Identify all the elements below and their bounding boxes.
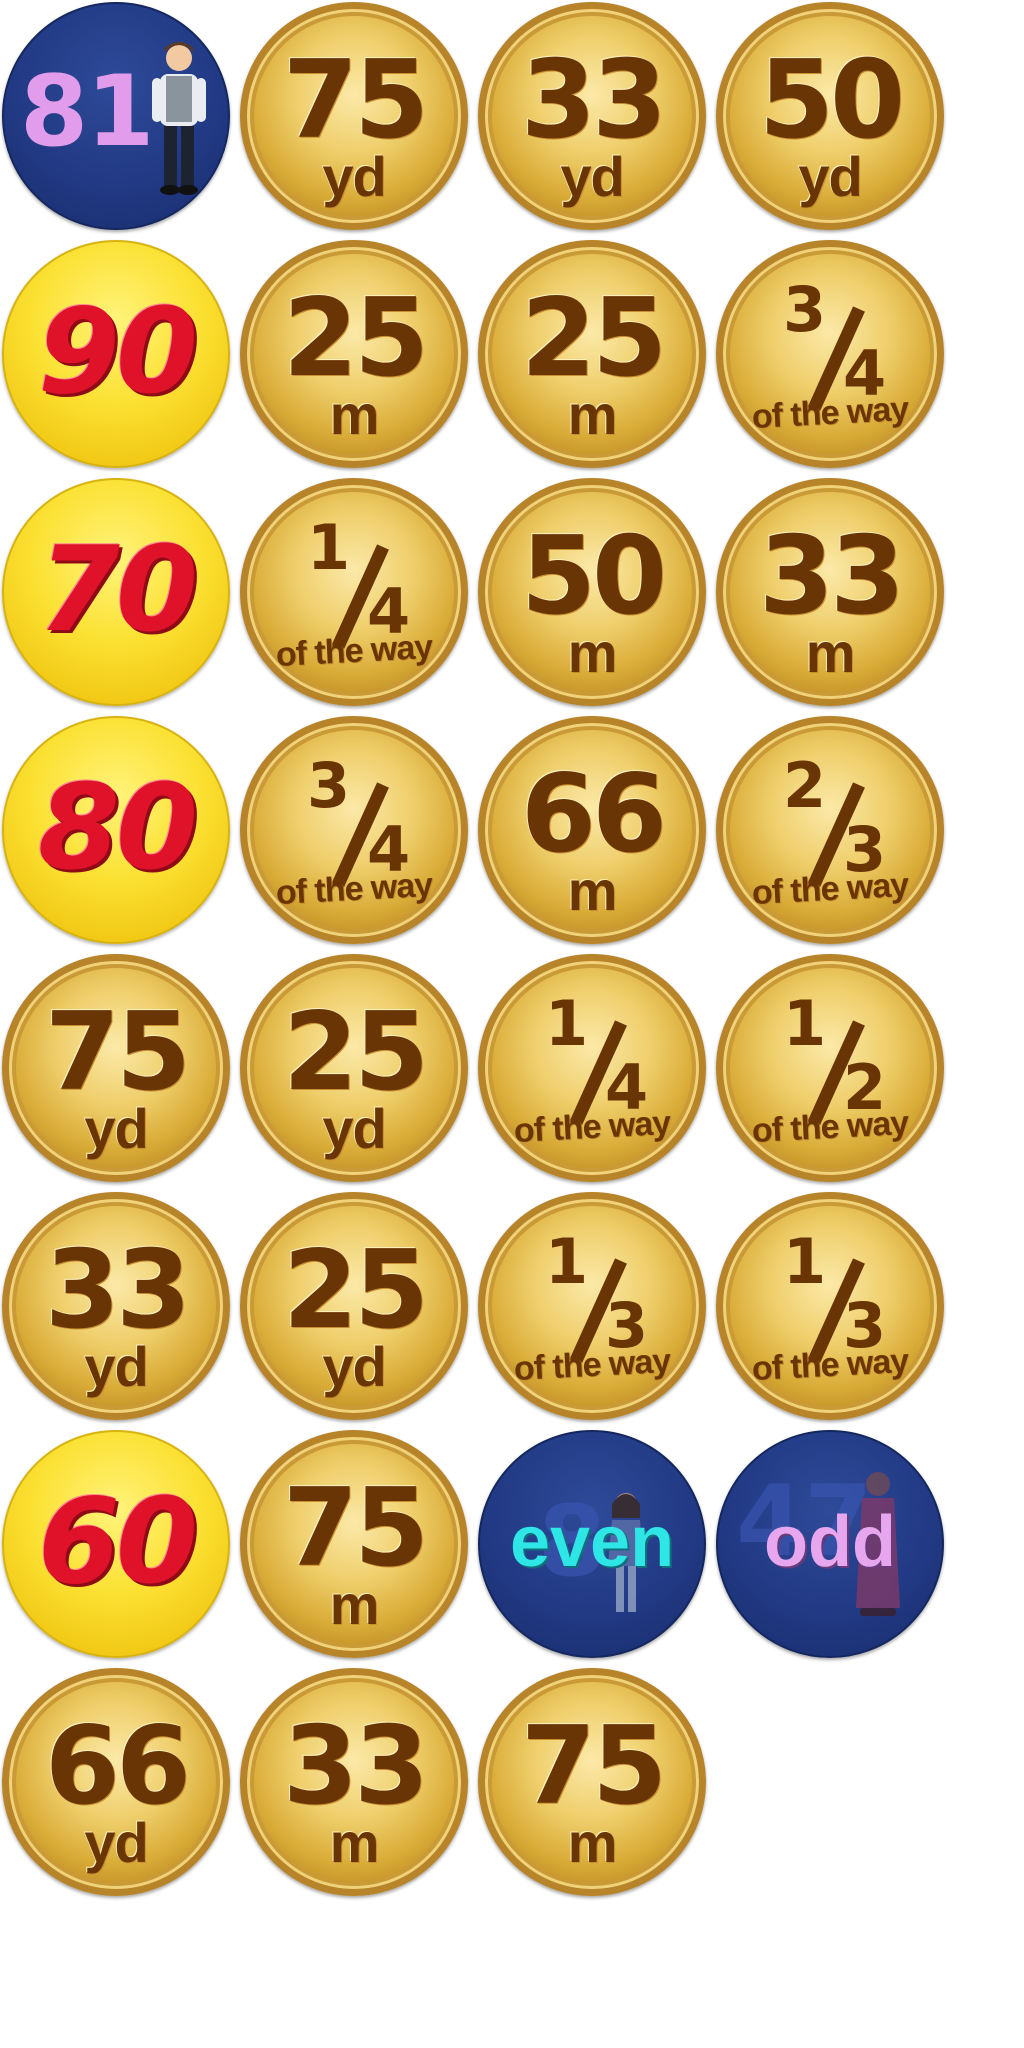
coin-number: 75 — [282, 1466, 429, 1591]
coin-25-m[interactable]: 25 m — [478, 240, 706, 468]
coin-50-yd[interactable]: 50 yd — [716, 2, 944, 230]
coin-three-quarters-way[interactable]: 3 4 of the way — [716, 240, 944, 468]
fraction: 1 3 — [485, 1227, 699, 1366]
coin-number: 25 — [282, 990, 429, 1115]
coin-66-m[interactable]: 66 m — [478, 716, 706, 944]
coin-number: 33 — [758, 514, 905, 639]
fraction: 1 3 — [723, 1227, 937, 1366]
fraction: 1 4 — [485, 989, 699, 1128]
coin-unit: m — [329, 1811, 380, 1874]
coin-number: 33 — [44, 1228, 191, 1353]
coin-33-yd[interactable]: 33 yd — [2, 1192, 230, 1420]
coin-grid: 81 75 yd 33 yd 50 yd 90 25 m 25 m 3 4 of… — [0, 0, 1024, 2048]
coin-unit: m — [329, 1573, 380, 1636]
coin-number: 25 — [282, 1228, 429, 1353]
coin-third-way[interactable]: 1 3 of the way — [716, 1192, 944, 1420]
coin-number: 33 — [282, 1704, 429, 1829]
coin-81-boy[interactable]: 81 — [2, 2, 230, 230]
coin-number: 60 — [37, 1472, 198, 1610]
coin-quarter-way[interactable]: 1 4 of the way — [240, 478, 468, 706]
coin-33-m[interactable]: 33 m — [240, 1668, 468, 1896]
coin-25-yd[interactable]: 25 yd — [240, 1192, 468, 1420]
coin-75-m[interactable]: 75 m — [478, 1668, 706, 1896]
coin-unit: yd — [84, 1335, 148, 1398]
coin-unit: m — [805, 621, 856, 684]
coin-unit: m — [567, 383, 618, 446]
coin-unit: yd — [84, 1097, 148, 1160]
coin-number: 66 — [44, 1704, 191, 1829]
coin-66-yd[interactable]: 66 yd — [2, 1668, 230, 1896]
coin-number: 50 — [520, 514, 667, 639]
coin-number: 81 — [20, 55, 154, 169]
coin-50-m[interactable]: 50 m — [478, 478, 706, 706]
coin-25-yd[interactable]: 25 yd — [240, 954, 468, 1182]
coin-odd-woman[interactable]: 47 odd — [716, 1430, 944, 1658]
coin-unit: yd — [560, 145, 624, 208]
coin-word: odd — [764, 1502, 896, 1582]
coin-number: 70 — [37, 520, 198, 658]
coin-75-yd[interactable]: 75 yd — [240, 2, 468, 230]
coin-number: 25 — [520, 276, 667, 401]
coin-number: 33 — [520, 38, 667, 163]
coin-number: 80 — [37, 758, 198, 896]
coin-70-red[interactable]: 70 — [2, 478, 230, 706]
coin-three-quarters-way[interactable]: 3 4 of the way — [240, 716, 468, 944]
coin-unit: yd — [322, 145, 386, 208]
coin-unit: yd — [322, 1097, 386, 1160]
coin-number: 90 — [37, 282, 198, 420]
coin-unit: m — [567, 859, 618, 922]
coin-75-m[interactable]: 75 m — [240, 1430, 468, 1658]
coin-two-thirds-way[interactable]: 2 3 of the way — [716, 716, 944, 944]
coin-90-red[interactable]: 90 — [2, 240, 230, 468]
coin-even-girl[interactable]: 8 even — [478, 1430, 706, 1658]
coin-75-yd[interactable]: 75 yd — [2, 954, 230, 1182]
coin-unit: yd — [84, 1811, 148, 1874]
coin-third-way[interactable]: 1 3 of the way — [478, 1192, 706, 1420]
fraction: 1 4 — [247, 513, 461, 652]
fraction: 3 4 — [247, 751, 461, 890]
coin-quarter-way[interactable]: 1 4 of the way — [478, 954, 706, 1182]
coin-half-way[interactable]: 1 2 of the way — [716, 954, 944, 1182]
fraction: 2 3 — [723, 751, 937, 890]
boy-icon — [152, 42, 206, 195]
coin-unit: yd — [798, 145, 862, 208]
coin-number: 50 — [758, 38, 905, 163]
coin-unit: yd — [322, 1335, 386, 1398]
fraction: 3 4 — [723, 275, 937, 414]
coin-unit: m — [567, 1811, 618, 1874]
coin-33-m[interactable]: 33 m — [716, 478, 944, 706]
coin-word: even — [509, 1502, 675, 1582]
coin-unit: m — [567, 621, 618, 684]
coin-number: 75 — [282, 38, 429, 163]
coin-25-m[interactable]: 25 m — [240, 240, 468, 468]
coin-number: 25 — [282, 276, 429, 401]
coin-80-red[interactable]: 80 — [2, 716, 230, 944]
coin-33-yd[interactable]: 33 yd — [478, 2, 706, 230]
coin-60-red[interactable]: 60 — [2, 1430, 230, 1658]
coin-number: 66 — [520, 752, 667, 877]
fraction: 1 2 — [723, 989, 937, 1128]
coin-number: 75 — [520, 1704, 667, 1829]
coin-number: 75 — [44, 990, 191, 1115]
coin-unit: m — [329, 383, 380, 446]
